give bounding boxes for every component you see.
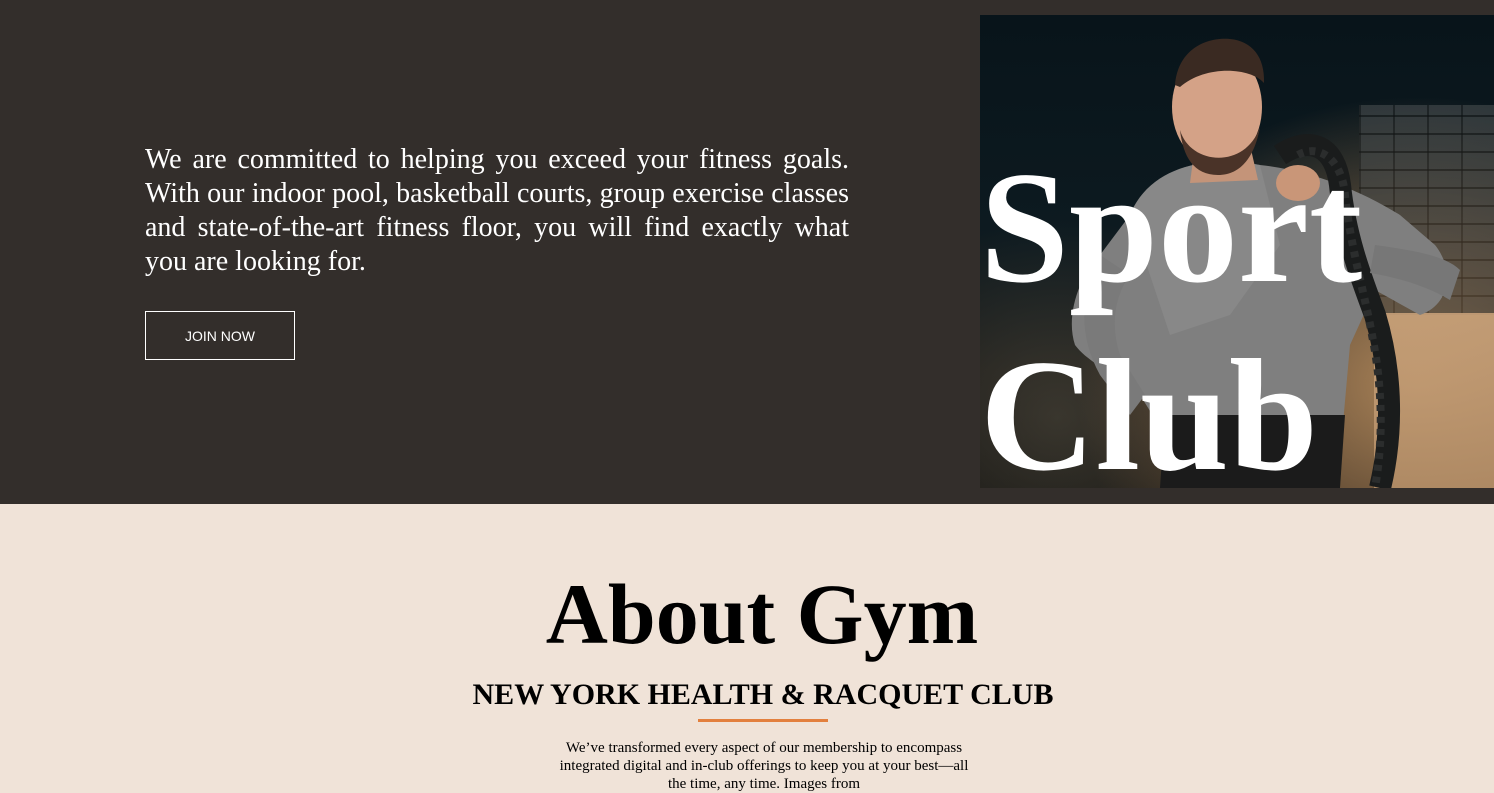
- sport-club-title: Sport Club: [980, 133, 1494, 488]
- about-subtitle: NEW YORK HEALTH & RACQUET CLUB: [472, 678, 1054, 711]
- join-now-button[interactable]: JOIN NOW: [145, 311, 295, 360]
- about-section: About Gym NEW YORK HEALTH & RACQUET CLUB…: [0, 504, 1494, 792]
- about-description: We’ve transformed every aspect of our me…: [559, 740, 969, 792]
- hero-photo: Sport Club: [980, 15, 1494, 488]
- hero-description: We are committed to helping you exceed y…: [145, 144, 849, 277]
- about-title: About Gym: [545, 566, 979, 662]
- accent-divider: [698, 719, 828, 722]
- hero-section: We are committed to helping you exceed y…: [0, 0, 1494, 504]
- sport-club-title-line2: Club: [980, 326, 1318, 488]
- sport-club-title-line1: Sport: [980, 138, 1363, 316]
